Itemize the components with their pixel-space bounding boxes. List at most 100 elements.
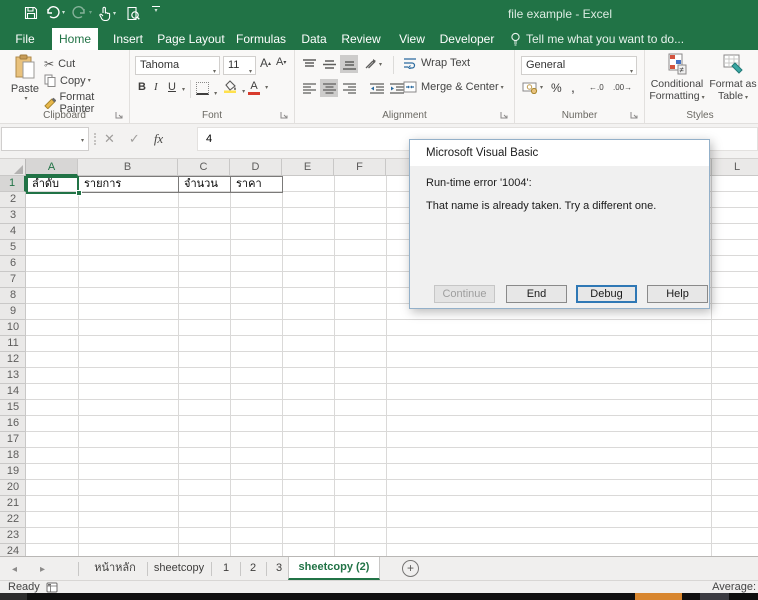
dialog-title-bar[interactable]: Microsoft Visual Basic [410,140,709,166]
new-sheet-button[interactable]: + [402,560,419,577]
row-header-23[interactable]: 23 [0,528,26,544]
end-button[interactable]: End [506,285,567,303]
alignment-dialog-launcher-icon[interactable] [500,111,509,120]
sheet-tab-3[interactable]: 3 [268,557,290,580]
sheet-tab-main[interactable]: หน้าหลัก [84,557,146,580]
col-header-C[interactable]: C [178,159,230,176]
font-color-button[interactable]: A ▾ [248,80,268,95]
row-header-15[interactable]: 15 [0,400,26,416]
select-all-corner[interactable] [0,159,26,176]
print-preview-icon[interactable] [126,6,140,21]
fill-handle[interactable] [76,190,82,196]
align-left-button[interactable] [300,79,318,97]
name-box[interactable]: ▾ [1,127,89,151]
tab-review[interactable]: Review [338,28,384,50]
row-header-12[interactable]: 12 [0,352,26,368]
wrap-text-button[interactable]: Wrap Text [403,57,470,69]
help-button[interactable]: Help [647,285,708,303]
enter-icon[interactable]: ✓ [129,131,140,147]
tab-insert[interactable]: Insert [108,28,148,50]
taskbar-active-app[interactable] [635,593,682,600]
copy-dropdown-icon[interactable]: ▾ [88,77,91,84]
number-format-combo[interactable]: General ▾ [521,56,637,75]
touch-mode-button[interactable]: ▾ [98,6,116,21]
row-header-3[interactable]: 3 [0,208,26,224]
insert-function-icon[interactable]: fx [154,131,163,147]
touch-mode-dropdown-icon[interactable]: ▾ [113,10,116,17]
number-dialog-launcher-icon[interactable] [630,111,639,120]
undo-button[interactable]: ▾ [45,6,65,19]
sheet-tab-sheetcopy[interactable]: sheetcopy [150,557,208,580]
col-header-E[interactable]: E [282,159,334,176]
row-header-18[interactable]: 18 [0,448,26,464]
col-header-L[interactable]: L [711,159,758,176]
row-header-16[interactable]: 16 [0,416,26,432]
tab-data[interactable]: Data [297,28,331,50]
decrease-decimal-button[interactable]: .00→ [613,83,632,92]
col-header-B[interactable]: B [78,159,178,176]
row-header-19[interactable]: 19 [0,464,26,480]
row-header-6[interactable]: 6 [0,256,26,272]
format-as-table-button[interactable]: Format as Table▾ [709,53,757,104]
sheet-tab-1[interactable]: 1 [215,557,237,580]
underline-dropdown-icon[interactable]: ▾ [182,86,185,93]
row-header-20[interactable]: 20 [0,480,26,496]
merge-center-button[interactable]: Merge & Center ▾ [403,81,504,93]
align-middle-button[interactable] [320,55,338,73]
col-header-D[interactable]: D [230,159,282,176]
col-header-A[interactable]: A [26,159,78,176]
orientation-button[interactable]: ▾ [360,55,386,73]
fill-color-button[interactable]: ▾ [222,80,245,96]
tab-formulas[interactable]: Formulas [233,28,289,50]
font-name-combo[interactable]: Tahoma ▾ [135,56,220,75]
align-right-button[interactable] [340,79,358,97]
clipboard-dialog-launcher-icon[interactable] [115,111,124,120]
tab-view[interactable]: View [395,28,429,50]
comma-style-button[interactable]: , [571,79,575,95]
row-header-2[interactable]: 2 [0,192,26,208]
row-header-8[interactable]: 8 [0,288,26,304]
tell-me-box[interactable]: Tell me what you want to do... [526,28,684,50]
paste-dropdown-icon[interactable]: ▾ [10,95,42,102]
row-header-9[interactable]: 9 [0,304,26,320]
accounting-format-button[interactable]: ▾ [522,81,543,94]
sheet-tab-2[interactable]: 2 [242,557,264,580]
italic-button[interactable]: I [154,81,158,93]
sheet-tab-sheetcopy-2[interactable]: sheetcopy (2) [288,557,380,580]
borders-button[interactable]: ▾ [196,82,217,98]
font-dialog-launcher-icon[interactable] [280,111,289,120]
decrease-indent-button[interactable] [368,79,386,97]
row-header-21[interactable]: 21 [0,496,26,512]
align-top-button[interactable] [300,55,318,73]
increase-font-size-button[interactable]: A▴ [260,56,271,70]
paste-button[interactable]: Paste ▾ [8,54,42,102]
sheet-nav-right-icon[interactable]: ▸ [40,564,45,575]
row-header-4[interactable]: 4 [0,224,26,240]
redo-button[interactable]: ▾ [72,6,92,19]
copy-button[interactable]: Copy ▾ [44,74,91,87]
increase-decimal-button[interactable]: ←.0 [589,83,604,92]
decrease-font-size-button[interactable]: A▾ [276,56,286,68]
row-header-10[interactable]: 10 [0,320,26,336]
underline-button[interactable]: U [168,81,176,93]
sheet-nav-left-icon[interactable]: ◂ [12,564,17,575]
row-header-22[interactable]: 22 [0,512,26,528]
cut-button[interactable]: ✂ Cut [44,57,75,71]
percent-style-button[interactable]: % [551,81,562,95]
align-bottom-button[interactable] [340,55,358,73]
cancel-icon[interactable]: ✕ [104,131,115,147]
row-header-17[interactable]: 17 [0,432,26,448]
font-size-combo[interactable]: 11 ▾ [223,56,256,75]
tab-developer[interactable]: Developer [437,28,497,50]
tab-file[interactable]: File [8,28,42,50]
tab-page-layout[interactable]: Page Layout [156,28,226,50]
row-header-24[interactable]: 24 [0,544,26,556]
conditional-formatting-button[interactable]: ≠ Conditional Formatting▾ [646,53,708,104]
save-icon[interactable] [24,6,38,20]
col-header-F[interactable]: F [334,159,386,176]
row-header-1[interactable]: 1 [0,176,26,192]
undo-dropdown-icon[interactable]: ▾ [62,9,65,16]
tab-home[interactable]: Home [52,28,98,50]
row-header-5[interactable]: 5 [0,240,26,256]
row-header-13[interactable]: 13 [0,368,26,384]
